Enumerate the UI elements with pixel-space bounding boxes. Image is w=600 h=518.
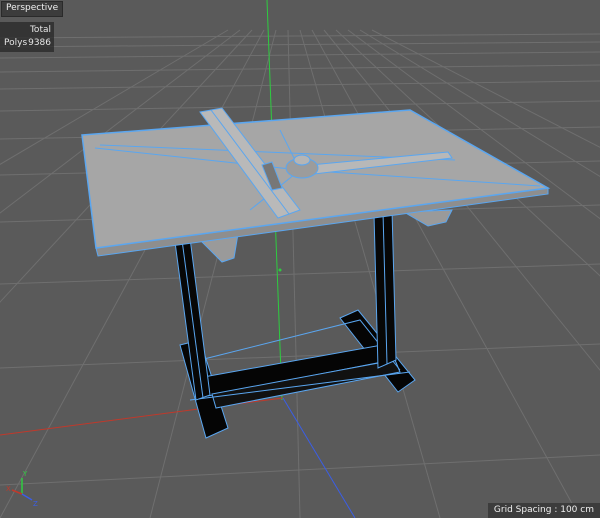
world-z-axis — [282, 397, 356, 518]
grid-spacing-label: Grid Spacing : 100 cm — [487, 503, 600, 518]
gizmo-y-label: Y — [22, 470, 28, 478]
ground-grid — [0, 29, 600, 518]
view-name-tag[interactable]: Perspective — [1, 1, 64, 17]
gizmo-x-label: X — [6, 485, 11, 493]
stats-polys-label: Polys — [4, 38, 28, 48]
tabletop — [81, 109, 551, 249]
axis-gizmo-icon: Y X Z — [2, 466, 42, 510]
viewport-canvas[interactable] — [0, 0, 600, 518]
gizmo-z-label: Z — [33, 500, 38, 508]
world-origin — [278, 268, 282, 272]
stats-polys-value: 9386 — [28, 38, 51, 48]
3d-viewport[interactable]: Perspective Total Polys 9386 Y X Z Grid … — [0, 0, 600, 518]
stats-panel: Total Polys 9386 — [0, 22, 54, 52]
stats-total-label: Total — [29, 25, 51, 35]
